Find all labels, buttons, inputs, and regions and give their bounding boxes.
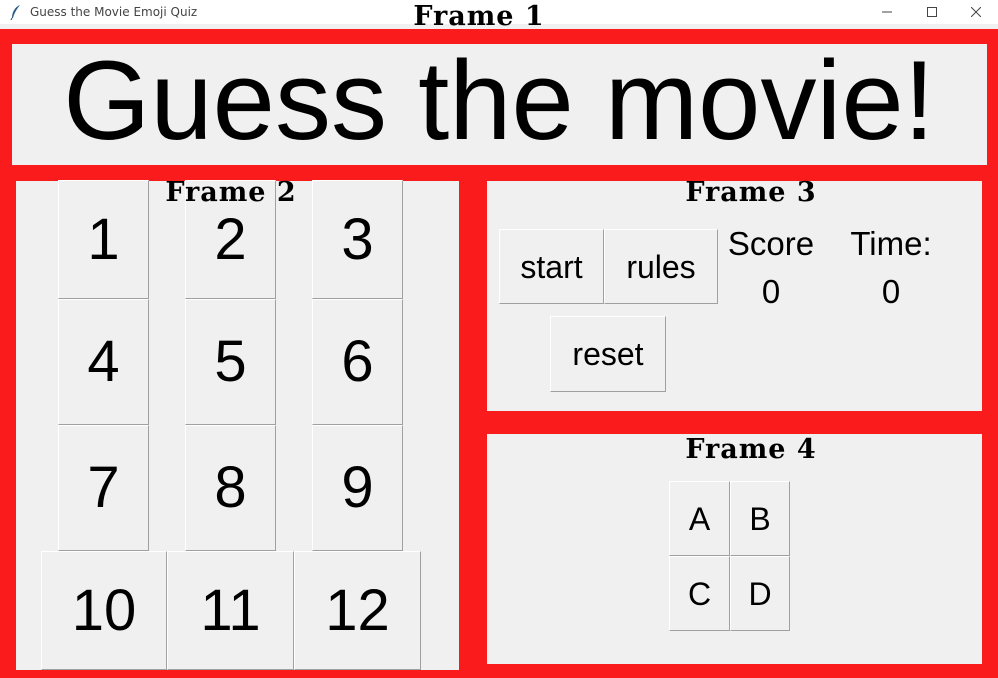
frame-1-label: Frame 1	[413, 1, 545, 32]
maximize-icon	[927, 7, 937, 17]
start-button[interactable]: start	[499, 229, 604, 304]
score-value: 0	[761, 273, 781, 310]
number-button-1[interactable]: 1	[58, 180, 149, 299]
number-button-12[interactable]: 12	[294, 551, 421, 670]
feather-icon	[9, 4, 23, 21]
rules-button[interactable]: rules	[604, 229, 718, 304]
close-button[interactable]	[953, 0, 998, 24]
answer-option-c[interactable]: C	[669, 556, 730, 631]
maximize-button[interactable]	[909, 0, 955, 24]
number-button-5[interactable]: 5	[185, 299, 276, 425]
number-button-6[interactable]: 6	[312, 299, 403, 425]
number-button-10[interactable]: 10	[41, 551, 167, 670]
number-button-3[interactable]: 3	[312, 180, 403, 299]
number-button-4[interactable]: 4	[58, 299, 149, 425]
time-label: Time:	[850, 225, 932, 262]
frame-3-label: Frame 3	[685, 177, 817, 208]
number-button-11[interactable]: 11	[167, 551, 294, 670]
window-title: Guess the Movie Emoji Quiz	[30, 5, 198, 19]
answer-option-a[interactable]: A	[669, 481, 730, 556]
minimize-button[interactable]	[864, 0, 910, 24]
answer-option-b[interactable]: B	[730, 481, 790, 556]
minimize-icon	[882, 7, 892, 17]
number-button-9[interactable]: 9	[312, 425, 403, 551]
close-icon	[971, 7, 981, 17]
time-value: 0	[881, 273, 901, 310]
answer-option-d[interactable]: D	[730, 556, 790, 631]
number-button-7[interactable]: 7	[58, 425, 149, 551]
frame-2-label: Frame 2	[165, 177, 297, 208]
number-button-8[interactable]: 8	[185, 425, 276, 551]
page-title: Guess the movie!	[63, 40, 935, 162]
score-label: Score	[727, 225, 815, 262]
reset-button[interactable]: reset	[550, 316, 666, 392]
frame-4-label: Frame 4	[685, 434, 817, 465]
